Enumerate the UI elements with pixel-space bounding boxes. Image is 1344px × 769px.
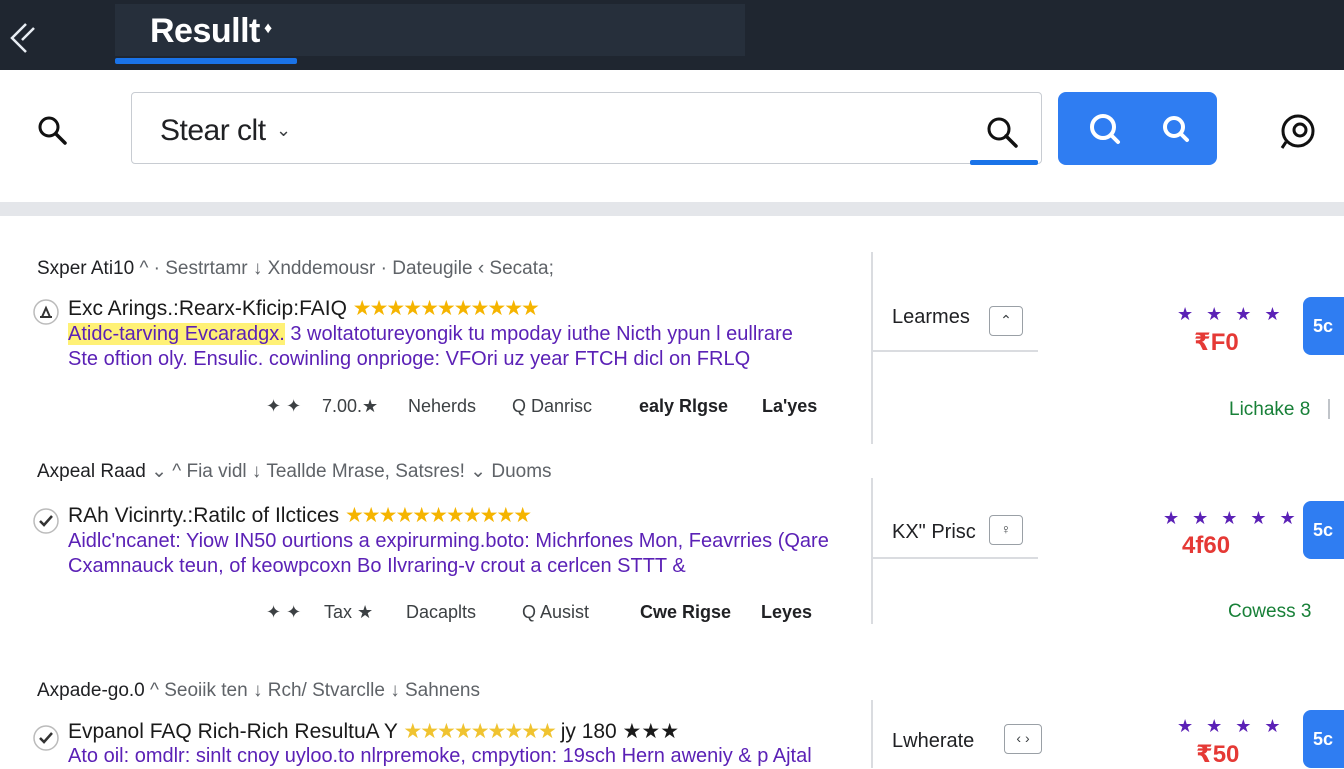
result-action-button[interactable]: 5c — [1303, 710, 1344, 768]
meta-link[interactable]: Q Danrisc — [512, 396, 592, 417]
check-icon — [32, 507, 60, 535]
meta-link[interactable]: Q Ausist — [522, 602, 589, 623]
meta-link[interactable]: Leyes — [761, 602, 812, 623]
meta-link[interactable]: Cwe Rigse — [640, 602, 731, 623]
column-divider — [871, 252, 873, 444]
search-submit-icon[interactable] — [984, 114, 1020, 150]
user-avatar-icon[interactable] — [1278, 112, 1318, 152]
code-icon[interactable]: ‹ › — [1004, 724, 1042, 754]
result-favicon-icon — [32, 298, 60, 326]
meta-link[interactable]: Neherds — [408, 396, 476, 417]
meta-icons: ✦ ✦ — [266, 396, 302, 416]
result-snippet: Aidlc'ncanet: Yiow IN50 ourtions a expir… — [68, 530, 829, 552]
result-snippet: Cxamnauck teun, of keowpcoxn Bo Ilvrarin… — [68, 555, 686, 577]
meta-rating: 7.00.★ — [322, 396, 379, 416]
back-arrow-icon[interactable] — [4, 14, 40, 54]
location-pin-icon: ♦ — [264, 20, 273, 37]
rating-stars: ★★★★★★★★★ — [403, 720, 556, 743]
rating-stars: ★ ★ ★ ★ — [1177, 304, 1285, 324]
expand-icon[interactable]: ⌃ — [989, 306, 1023, 336]
result-snippet: Atidc-tarving Evcaradgx. 3 woltatotureyo… — [68, 323, 793, 345]
price-label: ₹F0 — [1194, 329, 1239, 356]
check-icon — [32, 724, 60, 752]
result-title-link[interactable]: Evpanol FAQ Rich-Rich ResultuA Y ★★★★★★★… — [68, 719, 679, 744]
result-title-link[interactable]: RAh Vicinrty.:Ratilc of Ilctices ★★★★★★★… — [68, 503, 532, 528]
result-meta-row: ✦ ✦ Tax ★ Dacaplts Q Ausist Cwe Rigse Le… — [266, 602, 826, 626]
result-breadcrumb[interactable]: Axpade-go.0 ^ Seoiik ten ↓ Rch/ Stvarcll… — [37, 680, 480, 702]
rating-stars: ★★★★★★★★★★★ — [344, 504, 532, 527]
column-divider — [871, 700, 873, 768]
result-title-link[interactable]: Exc Arings.:Rearx-Kficip:FAIQ ★★★★★★★★★★… — [68, 296, 540, 321]
rating-stars: ★★★★★★★★★★★ — [352, 297, 540, 320]
result-action-button[interactable]: 5c — [1303, 501, 1344, 559]
active-tab-indicator — [115, 58, 297, 64]
result-snippet: Ste oftion oly. Ensulic. cowinling onpri… — [68, 348, 751, 370]
page-title: Resullt — [150, 12, 260, 50]
side-panel-label[interactable]: KX" Prisc — [892, 521, 976, 544]
meta-rating: Tax ★ — [324, 602, 374, 622]
result-snippet: Ato oil: omdlr: sinlt cnoy uyloo.to nlrp… — [68, 745, 812, 767]
separator — [1328, 399, 1330, 419]
location-pin-icon[interactable]: ♀ — [989, 515, 1023, 545]
side-panel-label[interactable]: Lwherate — [892, 730, 974, 753]
search-icon[interactable] — [34, 112, 70, 148]
meta-link[interactable]: La'yes — [762, 396, 817, 417]
rating-stars: ★ ★ ★ ★ ★ — [1163, 508, 1300, 528]
price-label: ₹50 — [1196, 741, 1240, 768]
price-label: 4f60 — [1182, 532, 1231, 559]
column-divider — [871, 478, 873, 624]
search-input[interactable] — [131, 92, 1042, 164]
search-query-text: Stear clt — [160, 114, 266, 147]
meta-icons: ✦ ✦ — [266, 602, 302, 622]
side-divider — [872, 557, 1038, 559]
search-focus-indicator — [970, 160, 1038, 165]
result-breadcrumb[interactable]: Axpeal Raad ⌄ ^ Fia vidl ↓ Teallde Mrase… — [37, 460, 552, 483]
side-link[interactable]: Lichake 8 — [1229, 399, 1310, 421]
result-meta-row: ✦ ✦ 7.00.★ Neherds Q Danrisc ealy Rlgse … — [266, 396, 826, 420]
side-link[interactable]: Cowess 3 — [1228, 601, 1311, 623]
meta-link[interactable]: Dacaplts — [406, 602, 476, 623]
result-breadcrumb[interactable]: Sxper Ati10 ^ · Sestrtamr ↓ Xnddemousr ·… — [37, 258, 554, 280]
meta-link[interactable]: ealy Rlgse — [639, 396, 728, 417]
section-divider — [0, 202, 1344, 216]
side-divider — [872, 350, 1038, 352]
chevron-down-icon[interactable]: ⌄ — [276, 120, 291, 141]
result-action-button[interactable]: 5c — [1303, 297, 1344, 355]
side-panel-label[interactable]: Learmes — [892, 306, 970, 329]
search-button[interactable] — [1058, 92, 1217, 165]
rating-stars: ★ ★ ★ ★ — [1177, 716, 1285, 736]
